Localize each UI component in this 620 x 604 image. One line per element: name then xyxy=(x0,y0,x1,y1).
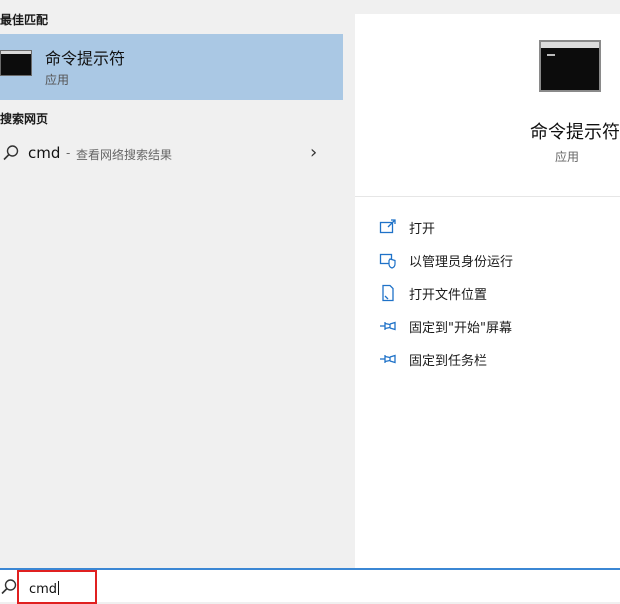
open-window-icon xyxy=(379,219,396,234)
action-pin-to-taskbar-label: 固定到任务栏 xyxy=(409,354,488,369)
action-pin-to-taskbar[interactable]: 固定到任务栏 xyxy=(379,348,619,370)
action-open[interactable]: 打开 xyxy=(379,216,619,238)
best-match-name: 命令提示符 xyxy=(45,49,126,68)
pin-icon xyxy=(380,321,396,331)
admin-shield-icon xyxy=(379,253,396,269)
file-location-icon xyxy=(382,284,394,302)
command-prompt-icon xyxy=(0,50,32,76)
web-search-item[interactable]: cmd - 查看网络搜索结果 › xyxy=(0,138,343,170)
text-caret xyxy=(58,581,60,595)
web-search-description: 查看网络搜索结果 xyxy=(76,148,173,162)
action-pin-to-start[interactable]: 固定到"开始"屏幕 xyxy=(379,315,619,337)
web-search-query: cmd xyxy=(28,144,61,162)
detail-title: 命令提示符 xyxy=(530,122,620,143)
search-bar[interactable]: cmd xyxy=(0,568,620,604)
search-input-text: cmd xyxy=(29,581,60,597)
best-match-type: 应用 xyxy=(45,73,70,87)
action-open-file-location-label: 打开文件位置 xyxy=(409,288,488,303)
pin-icon xyxy=(380,354,396,364)
action-run-as-admin[interactable]: 以管理员身份运行 xyxy=(379,249,619,271)
best-match-item[interactable]: 命令提示符 应用 xyxy=(0,34,343,100)
web-search-separator: - xyxy=(66,146,71,160)
search-icon xyxy=(3,145,19,161)
command-prompt-large-icon xyxy=(539,40,601,92)
action-run-as-admin-label: 以管理员身份运行 xyxy=(409,255,514,270)
detail-type: 应用 xyxy=(555,150,580,164)
details-pane: 命令提示符 应用 打开 以管理员身份运行 打开文件位置 固定到"开始"屏幕 固定… xyxy=(355,14,620,568)
search-icon xyxy=(1,579,17,595)
action-open-file-location[interactable]: 打开文件位置 xyxy=(379,282,619,304)
search-value: cmd xyxy=(29,582,58,597)
search-input[interactable]: cmd xyxy=(17,570,97,604)
chevron-right-icon[interactable]: › xyxy=(310,142,317,163)
results-pane: 最佳匹配 命令提示符 应用 搜索网页 cmd - 查看网络搜索结果 › xyxy=(0,0,343,568)
action-open-label: 打开 xyxy=(409,222,436,237)
divider xyxy=(355,196,620,197)
action-pin-to-start-label: 固定到"开始"屏幕 xyxy=(409,321,512,336)
best-match-heading: 最佳匹配 xyxy=(0,13,49,27)
web-search-heading: 搜索网页 xyxy=(0,112,49,126)
